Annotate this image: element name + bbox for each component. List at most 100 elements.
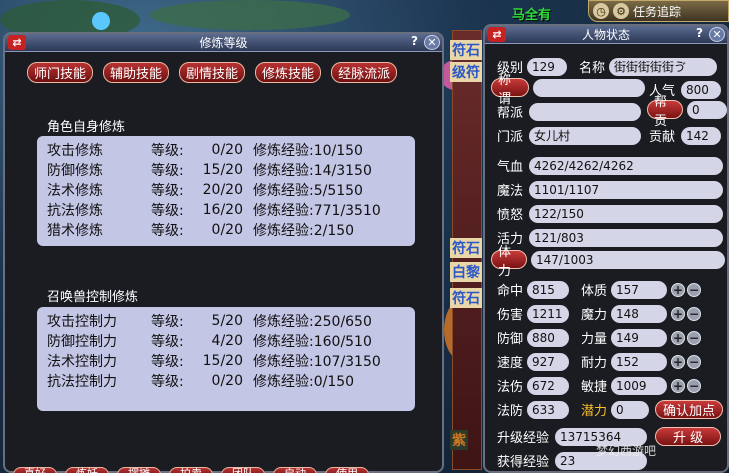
school-label: 门派 — [497, 130, 524, 145]
table-row: 攻击修炼 等级: 0/20 修炼经验:10/150 — [47, 140, 405, 160]
table-row: 防御修炼 等级: 15/20 修炼经验:14/3150 — [47, 160, 405, 180]
close-icon[interactable]: ✕ — [709, 27, 725, 42]
vitality-value: 121/803 — [529, 228, 724, 247]
toolbar-button[interactable]: 摆摊 — [117, 467, 161, 473]
stat-label: 法伤 — [497, 380, 524, 395]
gained-exp-label: 获得经验 — [497, 455, 550, 470]
minus-icon[interactable]: − — [687, 330, 702, 345]
name-field: 名称 街街街街街ゔ — [579, 57, 718, 76]
level-label: 等级: — [151, 374, 184, 390]
help-icon[interactable]: ? — [696, 26, 703, 40]
stat-value: 815 — [527, 280, 570, 299]
potential-label: 潜力 — [581, 404, 608, 419]
minus-icon[interactable]: − — [687, 354, 702, 369]
mdef-value: 633 — [527, 400, 570, 419]
stat-row: 防御 880 力量 149 + − — [497, 328, 702, 347]
swap-icon[interactable]: ⇄ — [488, 27, 506, 42]
level-label: 等级: — [151, 354, 184, 370]
stat-value: 672 — [527, 376, 570, 395]
clock-icon[interactable]: ◷ — [593, 3, 609, 19]
name-label: 名称 — [579, 61, 606, 76]
faction-field: 帮派 — [497, 102, 642, 121]
attr-label: 体质 — [581, 284, 608, 299]
stat-row: 速度 927 耐力 152 + − — [497, 352, 702, 371]
toolbar-button[interactable]: 启动 — [273, 467, 317, 473]
attr-label: 耐力 — [581, 356, 608, 371]
help-icon[interactable]: ? — [411, 34, 418, 48]
stat-label: 伤害 — [497, 308, 524, 323]
attr-value: 152 — [611, 352, 668, 371]
mdef-label: 法防 — [497, 404, 524, 419]
stat-row: 法伤 672 敏捷 1009 + − — [497, 376, 702, 395]
stat-label: 命中 — [497, 284, 524, 299]
close-icon[interactable]: ✕ — [424, 35, 440, 50]
cultivation-name: 攻击控制力 — [47, 314, 117, 330]
minus-icon[interactable]: − — [687, 282, 702, 297]
stat-row: 命中 815 体质 157 + − — [497, 280, 702, 299]
tab-meridian[interactable]: 经脉流派 — [331, 62, 398, 83]
plus-icon[interactable]: + — [671, 378, 686, 393]
level-up-button[interactable]: 升 级 — [655, 427, 722, 446]
plus-icon[interactable]: + — [671, 306, 686, 321]
minus-icon[interactable]: − — [687, 306, 702, 321]
title-field: 称谓 — [491, 73, 645, 107]
faction-value — [529, 102, 642, 121]
toolbar-button[interactable]: 炼妖 — [65, 467, 109, 473]
quest-track-button[interactable]: ◷ ⚙ 任务追踪 — [588, 0, 729, 22]
hp-value: 4262/4262/4262 — [529, 156, 724, 175]
window-title: 修炼等级 — [199, 36, 248, 50]
school-value: 女儿村 — [529, 126, 642, 145]
swap-icon[interactable]: ⇄ — [8, 35, 26, 50]
cultivation-name: 攻击修炼 — [47, 143, 103, 159]
quest-track-label: 任务追踪 — [633, 4, 682, 19]
mp-field: 魔法 1101/1107 — [497, 180, 724, 199]
level-label: 等级: — [151, 143, 184, 159]
cultivation-name: 法术修炼 — [47, 183, 103, 199]
toolbar-button[interactable]: 团队 — [221, 467, 265, 473]
plus-icon[interactable]: + — [671, 354, 686, 369]
level-label: 等级: — [151, 334, 184, 350]
toolbar-button[interactable]: 拍卖 — [169, 467, 213, 473]
attr-label: 魔力 — [581, 308, 608, 323]
popularity-value: 800 — [681, 80, 722, 99]
self-cultivation-heading: 角色自身修炼 — [47, 120, 126, 135]
contribution-button[interactable]: 帮贡 — [647, 95, 683, 129]
minus-icon[interactable]: − — [687, 378, 702, 393]
plus-icon[interactable]: + — [671, 282, 686, 297]
cultivation-name: 抗法修炼 — [47, 203, 103, 219]
level-label: 等级: — [151, 223, 184, 239]
tab-support-skills[interactable]: 辅助技能 — [103, 62, 170, 83]
exp-value: 修炼经验:5/5150 — [253, 183, 363, 199]
attr-value: 149 — [611, 328, 668, 347]
attr-value: 148 — [611, 304, 668, 323]
shop-sign: 符石 — [450, 288, 482, 308]
status-title-bar[interactable]: ⇄ 人物状态 ? ✕ — [485, 26, 727, 44]
potential-value: 0 — [611, 400, 650, 419]
toolbar-button[interactable]: 使用 — [325, 467, 369, 473]
tab-cultivation-skills[interactable]: 修炼技能 — [255, 62, 322, 83]
exp-value: 修炼经验:0/150 — [253, 374, 355, 390]
gear-icon[interactable]: ⚙ — [613, 3, 629, 19]
confirm-points-button[interactable]: 确认加点 — [655, 400, 724, 419]
mdef-row: 法防 633 潜力 0 确认加点 — [497, 400, 724, 419]
shop-sign: 紫 — [450, 430, 468, 450]
level-value: 0/20 — [211, 142, 243, 158]
toolbar-button[interactable]: 喜好 — [13, 467, 57, 473]
bottom-toolbar: 喜好 炼妖 摆摊 拍卖 团队 启动 使用 — [13, 467, 369, 473]
table-row: 猎术修炼 等级: 0/20 修炼经验:2/150 — [47, 220, 405, 240]
npc-name[interactable]: 马全有 — [512, 4, 551, 23]
level-value: 15/20 — [202, 162, 243, 178]
vitality-field: 活力 121/803 — [497, 228, 724, 247]
self-cultivation-table: 攻击修炼 等级: 0/20 修炼经验:10/150 防御修炼 等级: 15/20… — [37, 136, 415, 246]
tab-school-skills[interactable]: 师门技能 — [27, 62, 94, 83]
plus-icon[interactable]: + — [671, 330, 686, 345]
hp-field: 气血 4262/4262/4262 — [497, 156, 724, 175]
level-value: 0/20 — [211, 222, 243, 238]
mp-value: 1101/1107 — [529, 180, 724, 199]
stamina-button[interactable]: 体力 — [491, 245, 527, 279]
title-button[interactable]: 称谓 — [491, 73, 529, 107]
tab-story-skills[interactable]: 剧情技能 — [179, 62, 246, 83]
exp-value: 修炼经验:160/510 — [253, 334, 372, 350]
cultivation-title-bar[interactable]: ⇄ 修炼等级 ? ✕ — [5, 34, 442, 52]
stat-value: 880 — [527, 328, 570, 347]
